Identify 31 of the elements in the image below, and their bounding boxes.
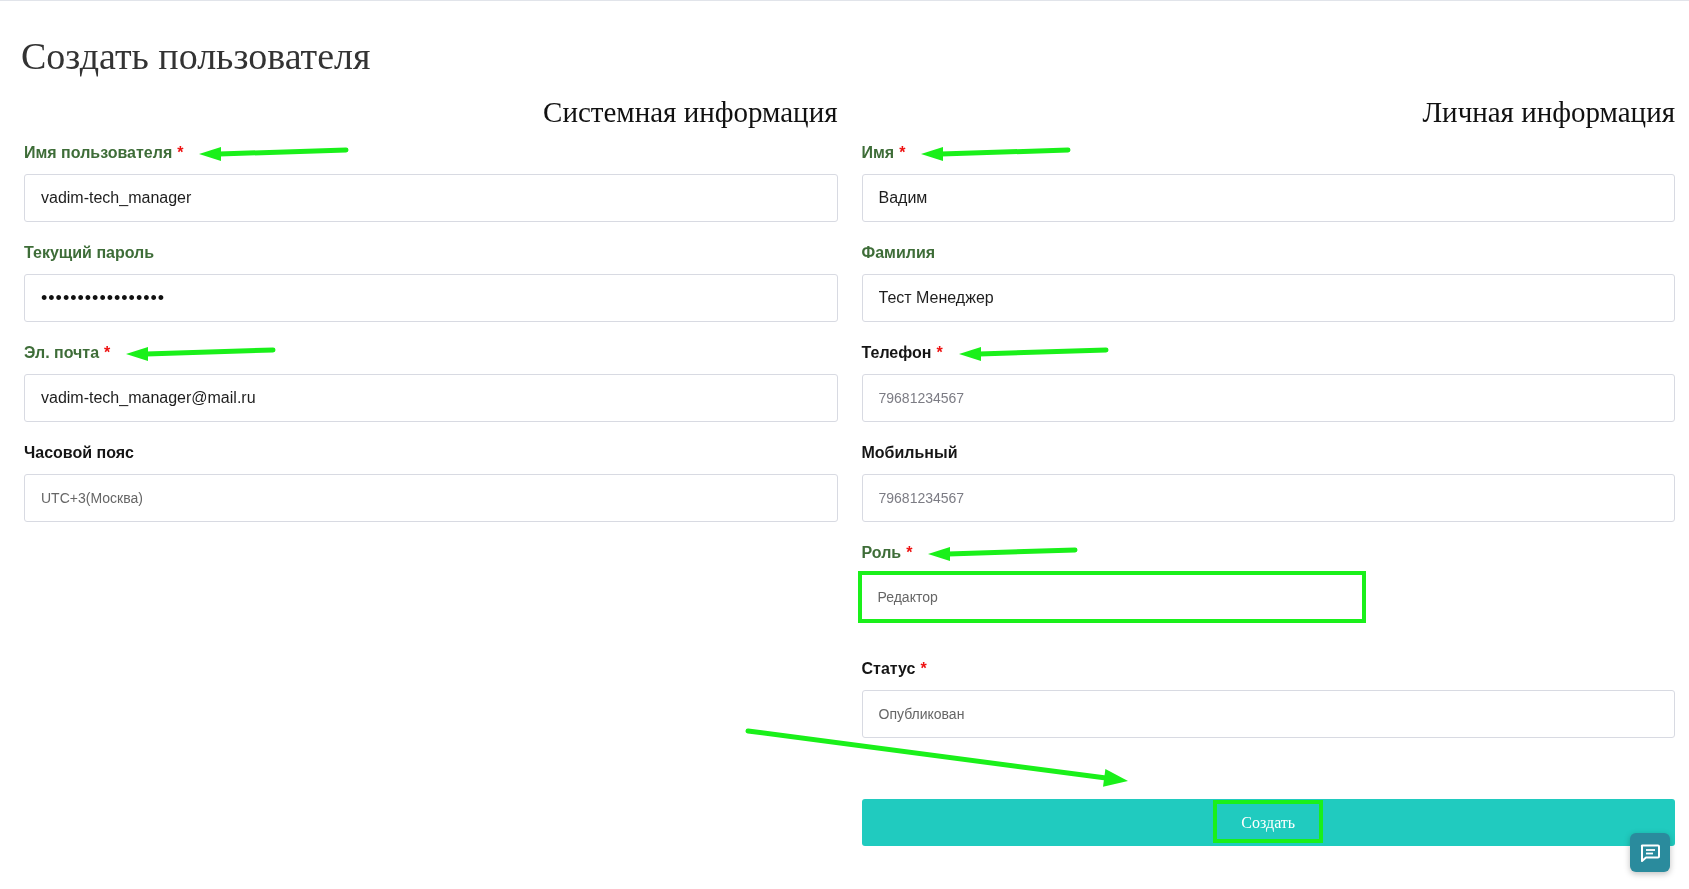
input-field[interactable]: vadim-tech_manager@mail.ru <box>24 374 838 422</box>
input-field[interactable]: Тест Менеджер <box>861 274 1675 322</box>
password-field[interactable]: ••••••••••••••••• <box>24 274 838 322</box>
required-mark: * <box>906 543 913 563</box>
select-field[interactable]: Редактор <box>857 571 1366 623</box>
required-mark: * <box>104 343 111 363</box>
input-field[interactable]: 79681234567 <box>861 474 1675 522</box>
field-label: Телефон <box>861 343 932 363</box>
chat-icon <box>1640 843 1660 862</box>
input-field[interactable]: vadim-tech_manager <box>24 174 838 222</box>
field-label: Текущий пароль <box>24 243 155 263</box>
required-mark: * <box>177 143 184 163</box>
select-field[interactable]: UTC+3(Москва) <box>24 474 838 522</box>
required-mark: * <box>899 143 906 163</box>
select-field[interactable]: Опубликован <box>861 690 1675 738</box>
field-label: Статус <box>861 659 916 679</box>
field-label: Часовой пояс <box>24 443 134 463</box>
required-mark: * <box>920 659 927 679</box>
page-title: Создать пользователя <box>21 34 372 78</box>
section-heading: Системная информация <box>542 95 838 129</box>
field-label: Фамилия <box>861 243 936 263</box>
field-label: Имя пользователя <box>24 143 173 163</box>
field-label: Роль <box>861 543 902 563</box>
field-label: Эл. почта <box>24 343 100 363</box>
field-label: Мобильный <box>861 443 958 463</box>
chat-button[interactable] <box>1630 833 1670 872</box>
section-heading: Личная информация <box>1421 95 1675 129</box>
field-label: Имя <box>861 143 895 163</box>
input-field[interactable]: 79681234567 <box>861 374 1675 422</box>
required-mark: * <box>936 343 943 363</box>
input-field[interactable]: Вадим <box>861 174 1675 222</box>
